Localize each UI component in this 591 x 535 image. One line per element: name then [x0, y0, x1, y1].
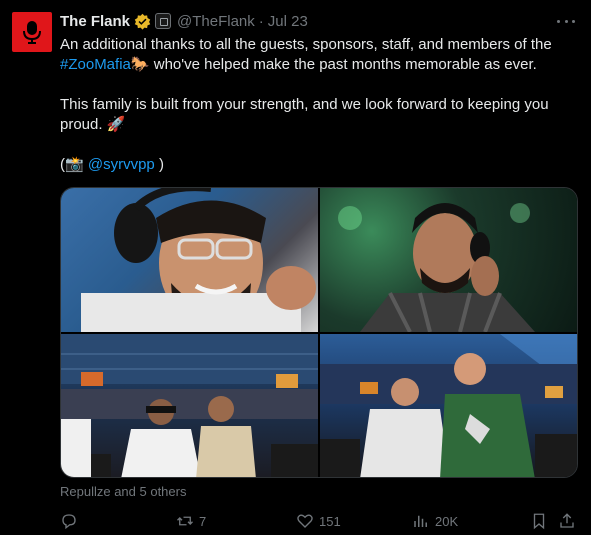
like-icon [297, 514, 313, 528]
reply-icon [62, 514, 76, 530]
views-count: 20K [435, 513, 459, 529]
tweet-text: An additional thanks to all the guests, … [60, 35, 580, 175]
user-handle[interactable]: @TheFlank [177, 13, 255, 30]
mention-link[interactable]: @syrvvpp [88, 156, 155, 173]
tweet-actions: 7 151 20K [60, 510, 578, 532]
photo-4-image [320, 334, 577, 477]
retweet-button[interactable]: 7 [176, 510, 206, 532]
tweet-text-line: who've helped make the past months memor… [149, 56, 537, 73]
retweet-count: 7 [199, 513, 207, 529]
horse-emoji: 🐎 [130, 56, 150, 73]
rocket-emoji: 🚀 [106, 116, 126, 133]
share-button[interactable] [558, 510, 576, 532]
retweet-icon [177, 516, 193, 526]
like-button[interactable]: 151 [296, 510, 341, 532]
tweet-header: The Flank @TheFlank · Jul 23 [60, 11, 308, 31]
photo-4[interactable] [320, 334, 577, 477]
avatar[interactable] [12, 12, 52, 52]
tweet-paragraph-2: This family is built from your strength,… [60, 95, 580, 135]
bookmark-button[interactable] [530, 510, 548, 532]
tweet-text-line: This family is built from your strength,… [60, 96, 549, 133]
photo-3[interactable] [61, 334, 318, 477]
photo-1[interactable] [61, 188, 318, 332]
photo-credit: (📸 @syrvvpp ) [60, 155, 580, 175]
separator-dot: · [258, 12, 264, 30]
tweet-paragraph-1: An additional thanks to all the guests, … [60, 35, 580, 75]
photo-3-image [61, 334, 318, 477]
display-name[interactable]: The Flank [60, 13, 130, 30]
views-button[interactable]: 20K [412, 510, 458, 532]
photo-1-image [81, 188, 316, 332]
credit-paren: ) [154, 156, 164, 173]
affiliate-badge-icon[interactable] [155, 13, 172, 29]
media-grid [60, 187, 578, 478]
more-options-button[interactable] [557, 12, 575, 30]
photo-2[interactable] [320, 188, 577, 332]
like-count: 151 [319, 513, 341, 529]
tweet-text-line: An additional thanks to all the guests, … [60, 36, 552, 53]
verified-badge-icon [134, 13, 151, 30]
photo-2-image [338, 203, 535, 332]
tweet-date[interactable]: Jul 23 [268, 13, 308, 30]
more-icon-dot [572, 19, 575, 23]
share-icon [560, 513, 574, 528]
bookmark-icon [533, 513, 545, 530]
microphone-logo-icon [23, 21, 41, 44]
views-icon [414, 515, 427, 527]
more-icon-dot [564, 19, 568, 23]
reply-button[interactable] [60, 510, 83, 532]
more-icon [557, 19, 560, 23]
camera-emoji: 📸 [65, 156, 84, 173]
hashtag-link[interactable]: #ZooMafia [60, 56, 131, 73]
liked-by-text[interactable]: Repullze and 5 others [60, 484, 186, 499]
